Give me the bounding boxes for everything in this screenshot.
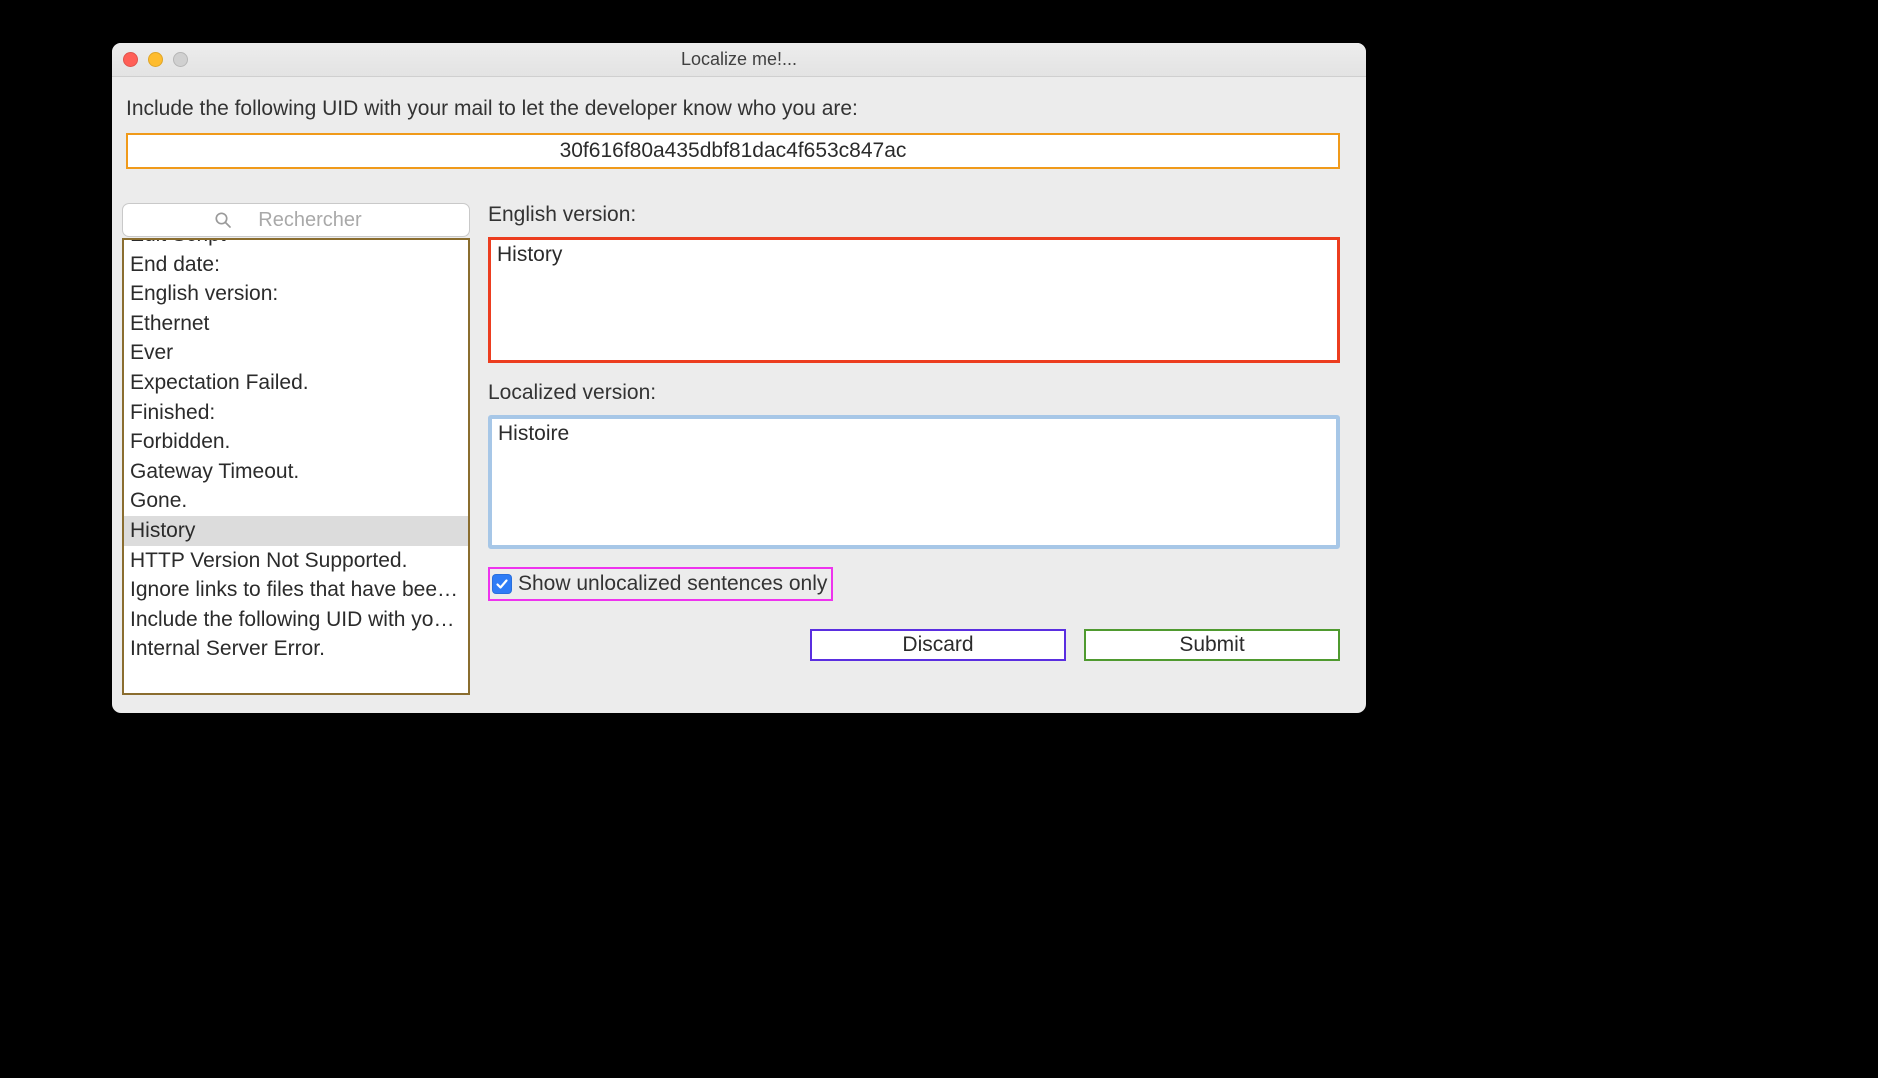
list-item[interactable]: HTTP Version Not Supported. (124, 546, 468, 576)
app-window: Localize me!... Include the following UI… (112, 43, 1366, 713)
checkbox-label: Show unlocalized sentences only (518, 572, 827, 596)
list-item[interactable]: Finished: (124, 398, 468, 428)
zoom-icon (173, 52, 188, 67)
discard-button-label: Discard (902, 633, 973, 657)
list-item[interactable]: English version: (124, 279, 468, 309)
english-text-value: History (497, 243, 562, 266)
checkbox-icon[interactable] (492, 574, 512, 594)
submit-button-label: Submit (1179, 633, 1244, 657)
uid-value: 30f616f80a435dbf81dac4f653c847ac (560, 139, 907, 163)
search-input[interactable] (122, 203, 470, 237)
list-item[interactable]: Include the following UID with yo… (124, 605, 468, 635)
left-column: Edit ScriptEnd date:English version:Ethe… (122, 203, 470, 695)
list-item[interactable]: Forbidden. (124, 427, 468, 457)
lower-area: Edit ScriptEnd date:English version:Ethe… (122, 203, 1340, 695)
localized-text[interactable] (488, 415, 1340, 549)
traffic-lights (123, 52, 188, 67)
list-item[interactable]: Ever (124, 338, 468, 368)
list-item[interactable]: Gone. (124, 486, 468, 516)
window-title: Localize me!... (112, 49, 1366, 70)
uid-label: Include the following UID with your mail… (126, 97, 1340, 121)
submit-button[interactable]: Submit (1084, 629, 1340, 661)
uid-field[interactable]: 30f616f80a435dbf81dac4f653c847ac (126, 133, 1340, 169)
list-item[interactable]: Ethernet (124, 309, 468, 339)
list-item[interactable]: History (124, 516, 468, 546)
button-row: Discard Submit (488, 629, 1340, 661)
list-item[interactable]: End date: (124, 250, 468, 280)
english-text[interactable]: History (488, 237, 1340, 363)
list-item[interactable]: Internal Server Error. (124, 634, 468, 664)
titlebar[interactable]: Localize me!... (112, 43, 1366, 77)
english-version-label: English version: (488, 203, 1340, 227)
list-item[interactable]: Expectation Failed. (124, 368, 468, 398)
discard-button[interactable]: Discard (810, 629, 1066, 661)
list-item[interactable]: Ignore links to files that have bee… (124, 575, 468, 605)
close-icon[interactable] (123, 52, 138, 67)
list-item[interactable]: Gateway Timeout. (124, 457, 468, 487)
localized-version-label: Localized version: (488, 381, 1340, 405)
right-column: English version: History Localized versi… (488, 203, 1340, 695)
list-item[interactable]: Edit Script (124, 238, 468, 250)
string-list[interactable]: Edit ScriptEnd date:English version:Ethe… (122, 238, 470, 695)
search-wrap (122, 203, 470, 237)
content: Include the following UID with your mail… (112, 77, 1366, 713)
minimize-icon[interactable] (148, 52, 163, 67)
unlocalized-only-row[interactable]: Show unlocalized sentences only (488, 567, 833, 601)
